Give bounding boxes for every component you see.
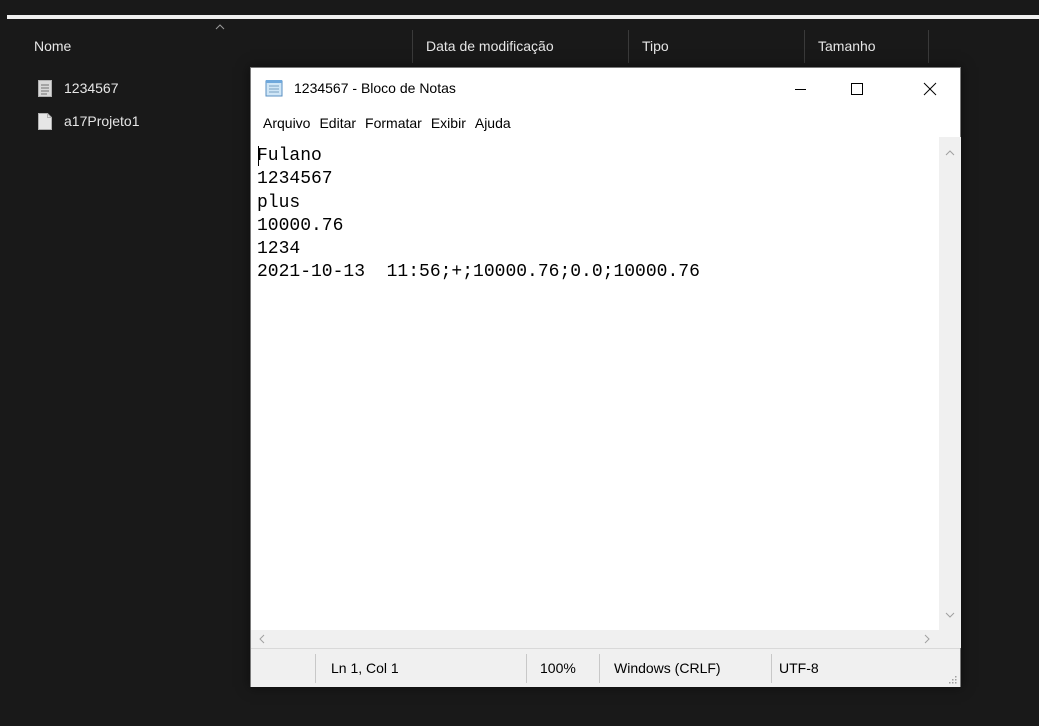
scroll-down-icon[interactable] [944, 609, 956, 621]
notepad-icon [264, 79, 284, 97]
text-editor[interactable]: Fulano 1234567 plus 10000.76 1234 2021-1… [251, 137, 939, 630]
close-button[interactable] [907, 68, 953, 109]
column-divider[interactable] [412, 30, 413, 63]
resize-grip-icon[interactable] [947, 674, 957, 684]
text-caret [258, 146, 259, 166]
minimize-icon [795, 88, 806, 90]
scroll-right-icon[interactable] [921, 633, 933, 645]
encoding: UTF-8 [779, 660, 819, 676]
line-ending: Windows (CRLF) [614, 660, 721, 676]
menu-item-arquivo[interactable]: Arquivo [263, 115, 310, 131]
document-file-icon [38, 112, 52, 130]
maximize-icon [851, 82, 863, 95]
explorer-top-bar [7, 0, 1039, 30]
menu-item-ajuda[interactable]: Ajuda [475, 115, 511, 131]
document-content[interactable]: Fulano 1234567 plus 10000.76 1234 2021-1… [257, 145, 700, 285]
file-name: a17Projeto1 [64, 113, 140, 129]
status-divider [526, 654, 527, 683]
text-file-icon [38, 79, 52, 97]
file-row[interactable]: a17Projeto1 [38, 110, 140, 132]
zoom-level: 100% [540, 660, 576, 676]
column-header-size[interactable]: Tamanho [810, 30, 928, 63]
column-divider[interactable] [804, 30, 805, 63]
notepad-window[interactable]: 1234567 - Bloco de Notas Arquivo Editar … [250, 67, 961, 687]
menu-item-editar[interactable]: Editar [319, 115, 356, 131]
menu-bar: Arquivo Editar Formatar Exibir Ajuda [251, 109, 960, 137]
cursor-position: Ln 1, Col 1 [331, 660, 399, 676]
maximize-button[interactable] [834, 68, 880, 109]
column-divider[interactable] [928, 30, 929, 63]
column-header-modified[interactable]: Data de modificação [418, 30, 628, 63]
window-title: 1234567 - Bloco de Notas [294, 80, 456, 96]
explorer-top-stripe [7, 0, 1039, 19]
file-name: 1234567 [64, 80, 119, 96]
menu-item-exibir[interactable]: Exibir [431, 115, 466, 131]
scrollbar-corner [939, 630, 961, 648]
close-icon [923, 82, 937, 95]
menu-item-formatar[interactable]: Formatar [365, 115, 422, 131]
vertical-scrollbar[interactable] [939, 137, 961, 630]
column-header-type[interactable]: Tipo [634, 30, 804, 63]
column-header-name[interactable]: Nome [26, 30, 412, 63]
scroll-left-icon[interactable] [256, 633, 268, 645]
notepad-title-bar[interactable]: 1234567 - Bloco de Notas [251, 68, 960, 109]
column-divider[interactable] [628, 30, 629, 63]
status-divider [315, 654, 316, 683]
file-row[interactable]: 1234567 [38, 77, 119, 99]
status-bar: Ln 1, Col 1 100% Windows (CRLF) UTF-8 [251, 648, 960, 687]
horizontal-scrollbar[interactable] [251, 630, 939, 648]
minimize-button[interactable] [778, 68, 824, 109]
scroll-up-icon[interactable] [944, 147, 956, 159]
status-divider [599, 654, 600, 683]
